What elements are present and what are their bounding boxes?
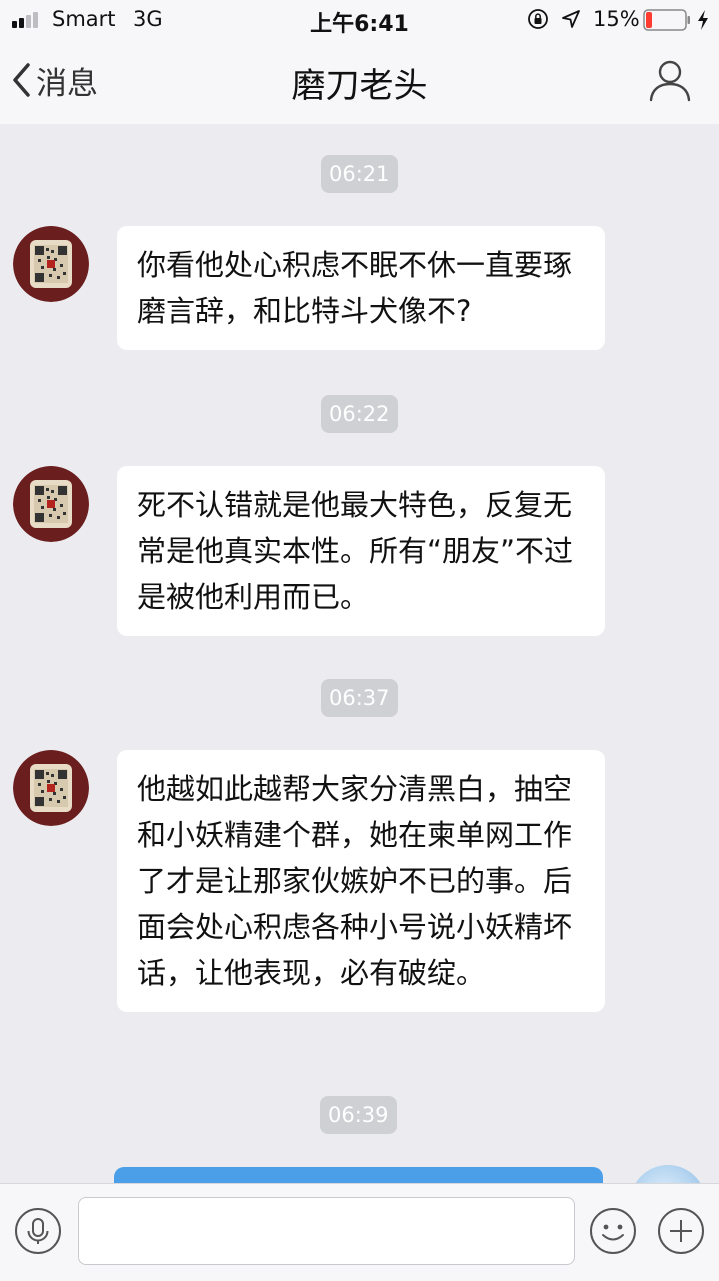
charging-icon: [698, 10, 708, 30]
back-label: 消息: [36, 65, 98, 102]
orientation-lock-icon: [528, 9, 548, 29]
battery-percent: 15%: [593, 7, 640, 31]
message-bubble[interactable]: 死不认错就是他最大特色，反复无常是他真实本性。所有“朋友”不过是被他利用而已。: [117, 466, 605, 636]
qr-code-avatar-image: [13, 226, 89, 302]
message-timestamp: 06:21: [321, 155, 398, 193]
chevron-left-icon: [13, 63, 30, 97]
chat-title: 磨刀老头: [291, 66, 428, 106]
location-icon: [562, 10, 580, 28]
chat-messages[interactable]: 06:21 你看他处心积虑不眠不休一直要琢磨言辞，和比特斗犬像不? 06:22: [0, 124, 719, 1184]
message-bubble[interactable]: 你看他处心积虑不眠不休一直要琢磨言辞，和比特斗犬像不?: [117, 226, 605, 350]
smiley-icon[interactable]: [589, 1207, 637, 1255]
input-bar: [0, 1183, 719, 1281]
person-icon[interactable]: [646, 56, 694, 104]
qr-code-avatar-image: [13, 750, 89, 826]
message-timestamp: 06:22: [321, 395, 398, 433]
status-bar: Smart 3G 上午6:41 15%: [0, 0, 719, 40]
back-button[interactable]: 消息: [10, 58, 98, 102]
message-bubble[interactable]: 他越如此越帮大家分清黑白，抽空和小妖精建个群，她在柬单网工作了才是让那家伙嫉妒不…: [117, 750, 605, 1012]
message-timestamp: 06:37: [321, 679, 398, 717]
nav-bar: 消息 磨刀老头: [0, 40, 719, 124]
contact-avatar[interactable]: [13, 226, 89, 302]
contact-avatar[interactable]: [13, 750, 89, 826]
qr-code-avatar-image: [13, 466, 89, 542]
contact-avatar[interactable]: [13, 466, 89, 542]
plus-icon[interactable]: [657, 1207, 705, 1255]
sent-message-bubble[interactable]: [114, 1167, 603, 1184]
message-timestamp: 06:39: [320, 1096, 397, 1134]
self-avatar[interactable]: [630, 1165, 706, 1184]
battery-icon: [643, 9, 690, 31]
message-input[interactable]: [78, 1197, 575, 1265]
microphone-icon[interactable]: [14, 1207, 62, 1255]
